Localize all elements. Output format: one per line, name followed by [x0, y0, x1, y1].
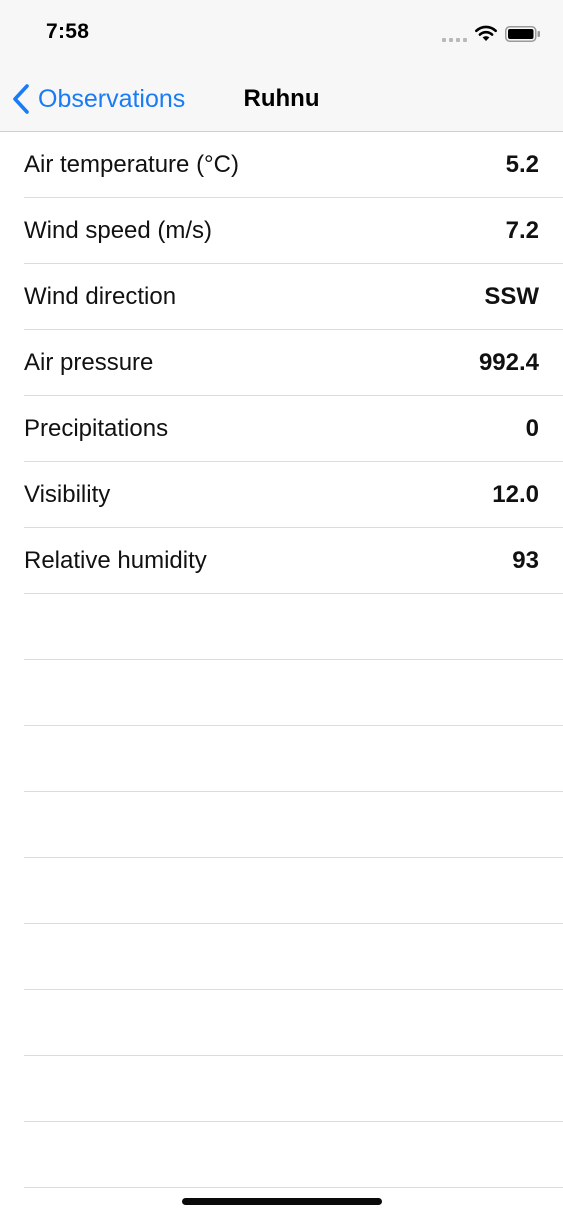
observation-value: 0: [525, 415, 539, 442]
empty-row: [24, 924, 563, 990]
list-item: Precipitations 0: [24, 396, 563, 462]
empty-row: [24, 726, 563, 792]
observation-label: Wind direction: [24, 283, 177, 310]
empty-row: [24, 858, 563, 924]
list-item: Wind speed (m/s) 7.2: [24, 198, 563, 264]
navigation-bar: Observations Ruhnu: [0, 66, 563, 132]
empty-row: [24, 792, 563, 858]
observation-value: 93: [512, 547, 539, 574]
battery-icon: [505, 26, 540, 42]
observation-label: Air temperature (°C): [24, 151, 239, 178]
status-bar: 7:58: [0, 0, 563, 66]
observation-label: Relative humidity: [24, 547, 207, 574]
observation-label: Visibility: [24, 481, 111, 508]
home-indicator[interactable]: [182, 1198, 382, 1205]
empty-row: [24, 660, 563, 726]
observation-label: Wind speed (m/s): [24, 217, 213, 244]
status-time: 7:58: [46, 20, 90, 43]
list-item: Relative humidity 93: [24, 528, 563, 594]
list-item: Air pressure 992.4: [24, 330, 563, 396]
empty-row: [24, 1122, 563, 1188]
list-item: Visibility 12.0: [24, 462, 563, 528]
observation-label: Air pressure: [24, 349, 154, 376]
observation-label: Precipitations: [24, 415, 169, 442]
observation-list: Air temperature (°C) 5.2 Wind speed (m/s) 7…: [0, 132, 563, 1188]
empty-row: [24, 990, 563, 1056]
signal-icon: [442, 38, 467, 42]
observation-value: SSW: [484, 283, 539, 310]
observation-value: 992.4: [478, 349, 539, 376]
list-item: Air temperature (°C) 5.2: [24, 132, 563, 198]
wifi-icon: [475, 25, 497, 41]
empty-row: [24, 1056, 563, 1122]
observation-value: 12.0: [492, 481, 539, 508]
list-item: Wind direction SSW: [24, 264, 563, 330]
page-title: Ruhnu: [243, 85, 320, 112]
observation-value: 7.2: [505, 217, 539, 244]
top-chrome: 7:58 Observations Ruhnu: [0, 0, 563, 132]
empty-row: [24, 594, 563, 660]
observation-value: 5.2: [505, 151, 539, 178]
